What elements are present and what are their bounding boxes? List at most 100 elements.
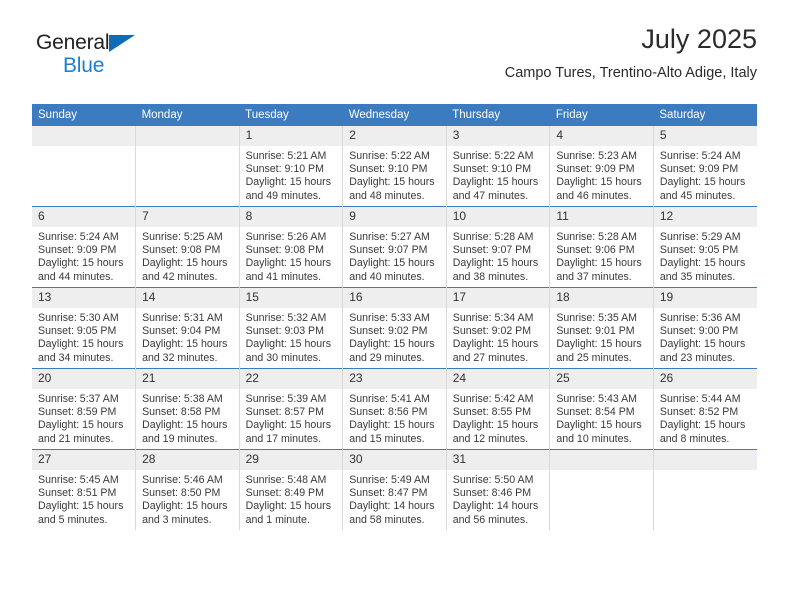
day-number: 7 xyxy=(136,207,239,227)
calendar-page: General Blue July 2025 Campo Tures, Tren… xyxy=(0,0,792,612)
weekday-header-thursday: Thursday xyxy=(446,104,550,126)
calendar-table: Sunday Monday Tuesday Wednesday Thursday… xyxy=(32,104,757,530)
day-details: Sunrise: 5:30 AM Sunset: 9:05 PM Daylight:… xyxy=(32,308,135,365)
daylight-text: Daylight: 15 hours and 38 minutes. xyxy=(452,257,539,283)
calendar-day-cell[interactable]: 6 Sunrise: 5:24 AM Sunset: 9:09 PM Daylight… xyxy=(32,206,137,288)
calendar-day-cell[interactable]: 25 Sunrise: 5:43 AM Sunset: 8:54 PM Dayligh… xyxy=(549,368,654,450)
day-details: Sunrise: 5:31 AM Sunset: 9:04 PM Daylight:… xyxy=(136,308,239,365)
daylight-text: Daylight: 15 hours and 12 minutes. xyxy=(452,419,539,445)
calendar-day-cell[interactable]: 23 Sunrise: 5:41 AM Sunset: 8:56 PM Dayligh… xyxy=(342,368,447,450)
sunrise-text: Sunrise: 5:24 AM xyxy=(659,150,741,162)
sunset-text: Sunset: 8:54 PM xyxy=(556,406,635,419)
weekday-header-monday: Monday xyxy=(135,104,240,126)
day-details: Sunrise: 5:39 AM Sunset: 8:57 PM Daylight:… xyxy=(240,389,343,446)
calendar-day-cell[interactable]: 18 Sunrise: 5:35 AM Sunset: 9:01 PM Dayligh… xyxy=(549,287,654,369)
calendar-day-cell[interactable]: 13 Sunrise: 5:30 AM Sunset: 9:05 PM Dayligh… xyxy=(32,287,137,369)
sunset-text: Sunset: 9:09 PM xyxy=(659,163,739,176)
sunrise-text: Sunrise: 5:28 AM xyxy=(556,231,637,243)
sunset-text: Sunset: 9:10 PM xyxy=(349,163,428,176)
calendar-day-cell[interactable]: 31 Sunrise: 5:50 AM Sunset: 8:46 PM Dayligh… xyxy=(446,449,551,530)
day-number: 23 xyxy=(343,369,446,389)
day-number: 25 xyxy=(550,369,653,389)
daylight-text: Daylight: 15 hours and 44 minutes. xyxy=(38,257,124,283)
calendar-day-cell[interactable]: 30 Sunrise: 5:49 AM Sunset: 8:47 PM Dayligh… xyxy=(342,449,447,530)
sunset-text: Sunset: 8:47 PM xyxy=(349,487,428,500)
sunset-text: Sunset: 8:49 PM xyxy=(245,487,324,500)
day-number: 29 xyxy=(239,450,343,470)
sunset-text: Sunset: 9:03 PM xyxy=(245,325,324,338)
calendar-day-cell[interactable]: 21 Sunrise: 5:38 AM Sunset: 8:58 PM Dayligh… xyxy=(135,368,240,450)
sunset-text: Sunset: 8:58 PM xyxy=(142,406,221,419)
calendar-day-cell[interactable]: 20 Sunrise: 5:37 AM Sunset: 8:59 PM Dayligh… xyxy=(32,368,137,450)
calendar-day-cell[interactable]: 16 Sunrise: 5:33 AM Sunset: 9:02 PM Dayligh… xyxy=(342,287,447,369)
day-number: 11 xyxy=(550,207,653,227)
weekday-header-friday: Friday xyxy=(549,104,654,126)
sunset-text: Sunset: 9:04 PM xyxy=(142,325,221,338)
sunrise-text: Sunrise: 5:43 AM xyxy=(556,393,637,405)
calendar-day-cell[interactable]: 19 Sunrise: 5:36 AM Sunset: 9:00 PM Dayligh… xyxy=(653,287,757,369)
daylight-text: Daylight: 15 hours and 8 minutes. xyxy=(659,419,746,445)
daylight-text: Daylight: 15 hours and 15 minutes. xyxy=(349,419,435,445)
calendar-day-cell[interactable]: 22 Sunrise: 5:39 AM Sunset: 8:57 PM Dayligh… xyxy=(239,368,344,450)
calendar-day-cell[interactable]: 11 Sunrise: 5:28 AM Sunset: 9:06 PM Dayligh… xyxy=(549,206,654,288)
day-number: 21 xyxy=(136,369,239,389)
daylight-text: Daylight: 15 hours and 21 minutes. xyxy=(38,419,124,445)
day-number: 8 xyxy=(239,207,343,227)
day-details: Sunrise: 5:45 AM Sunset: 8:51 PM Daylight:… xyxy=(32,470,135,527)
daylight-text: Daylight: 15 hours and 37 minutes. xyxy=(556,257,642,283)
sunset-text: Sunset: 8:55 PM xyxy=(452,406,532,419)
sunset-text: Sunset: 8:50 PM xyxy=(142,487,221,500)
calendar-day-cell[interactable]: 10 Sunrise: 5:28 AM Sunset: 9:07 PM Dayligh… xyxy=(446,206,551,288)
day-details: Sunrise: 5:37 AM Sunset: 8:59 PM Daylight:… xyxy=(32,389,135,446)
sunset-text: Sunset: 9:07 PM xyxy=(349,244,428,257)
calendar-day-cell[interactable]: 8 Sunrise: 5:26 AM Sunset: 9:08 PM Daylight… xyxy=(239,206,344,288)
sunrise-text: Sunrise: 5:25 AM xyxy=(142,231,223,243)
calendar-day-cell[interactable]: 3 Sunrise: 5:22 AM Sunset: 9:10 PM Daylight… xyxy=(446,126,551,207)
calendar-day-cell[interactable]: 9 Sunrise: 5:27 AM Sunset: 9:07 PM Daylight… xyxy=(342,206,447,288)
weekday-header-row: Sunday Monday Tuesday Wednesday Thursday… xyxy=(32,104,757,126)
calendar-day-cell[interactable]: 29 Sunrise: 5:48 AM Sunset: 8:49 PM Dayligh… xyxy=(239,449,344,530)
daylight-text: Daylight: 15 hours and 41 minutes. xyxy=(245,257,332,283)
day-number: 10 xyxy=(446,207,550,227)
day-details: Sunrise: 5:41 AM Sunset: 8:56 PM Daylight:… xyxy=(343,389,446,446)
day-number: 4 xyxy=(550,126,653,146)
day-details: Sunrise: 5:36 AM Sunset: 9:00 PM Daylight:… xyxy=(654,308,757,365)
calendar-day-cell[interactable]: 5 Sunrise: 5:24 AM Sunset: 9:09 PM Daylight… xyxy=(653,126,757,207)
day-number: 1 xyxy=(239,126,343,146)
calendar-day-cell[interactable]: 27 Sunrise: 5:45 AM Sunset: 8:51 PM Dayligh… xyxy=(32,449,137,530)
day-number: 12 xyxy=(653,207,757,227)
sunrise-text: Sunrise: 5:36 AM xyxy=(659,312,741,324)
sunrise-text: Sunrise: 5:42 AM xyxy=(452,393,534,405)
sunrise-text: Sunrise: 5:39 AM xyxy=(245,393,327,405)
day-number xyxy=(32,126,136,146)
calendar-day-cell[interactable]: 15 Sunrise: 5:32 AM Sunset: 9:03 PM Dayligh… xyxy=(239,287,344,369)
daylight-text: Daylight: 15 hours and 30 minutes. xyxy=(245,338,332,364)
generalblue-logo[interactable]: General Blue xyxy=(36,32,186,84)
day-number: 31 xyxy=(446,450,550,470)
calendar-day-cell[interactable]: 7 Sunrise: 5:25 AM Sunset: 9:08 PM Daylight… xyxy=(135,206,240,288)
sunrise-text: Sunrise: 5:46 AM xyxy=(142,474,223,486)
sunrise-text: Sunrise: 5:22 AM xyxy=(349,150,430,162)
sunrise-text: Sunrise: 5:44 AM xyxy=(659,393,741,405)
sunset-text: Sunset: 9:07 PM xyxy=(452,244,532,257)
calendar-day-cell-empty xyxy=(653,449,757,530)
page-title: July 2025 xyxy=(641,24,757,54)
calendar-day-cell[interactable]: 17 Sunrise: 5:34 AM Sunset: 9:02 PM Dayligh… xyxy=(446,287,551,369)
calendar-day-cell[interactable]: 1 Sunrise: 5:21 AM Sunset: 9:10 PM Daylight… xyxy=(239,126,344,207)
calendar-day-cell[interactable]: 14 Sunrise: 5:31 AM Sunset: 9:04 PM Dayligh… xyxy=(135,287,240,369)
calendar-day-cell[interactable]: 2 Sunrise: 5:22 AM Sunset: 9:10 PM Daylight… xyxy=(342,126,447,207)
day-details: Sunrise: 5:46 AM Sunset: 8:50 PM Daylight:… xyxy=(136,470,239,527)
calendar-day-cell[interactable]: 26 Sunrise: 5:44 AM Sunset: 8:52 PM Dayligh… xyxy=(653,368,757,450)
day-number: 20 xyxy=(32,369,136,389)
calendar-day-cell[interactable]: 24 Sunrise: 5:42 AM Sunset: 8:55 PM Dayligh… xyxy=(446,368,551,450)
calendar-day-cell[interactable]: 4 Sunrise: 5:23 AM Sunset: 9:09 PM Daylight… xyxy=(549,126,654,207)
calendar-header-row: Sunday Monday Tuesday Wednesday Thursday… xyxy=(32,104,757,126)
sunset-text: Sunset: 8:46 PM xyxy=(452,487,532,500)
day-details: Sunrise: 5:23 AM Sunset: 9:09 PM Daylight:… xyxy=(550,146,653,203)
calendar-day-cell[interactable]: 28 Sunrise: 5:46 AM Sunset: 8:50 PM Dayligh… xyxy=(135,449,240,530)
sunset-text: Sunset: 9:02 PM xyxy=(452,325,532,338)
day-details: Sunrise: 5:28 AM Sunset: 9:06 PM Daylight:… xyxy=(550,227,653,284)
sunset-text: Sunset: 8:51 PM xyxy=(38,487,117,500)
calendar-day-cell[interactable]: 12 Sunrise: 5:29 AM Sunset: 9:05 PM Dayligh… xyxy=(653,206,757,288)
sunrise-text: Sunrise: 5:34 AM xyxy=(452,312,534,324)
